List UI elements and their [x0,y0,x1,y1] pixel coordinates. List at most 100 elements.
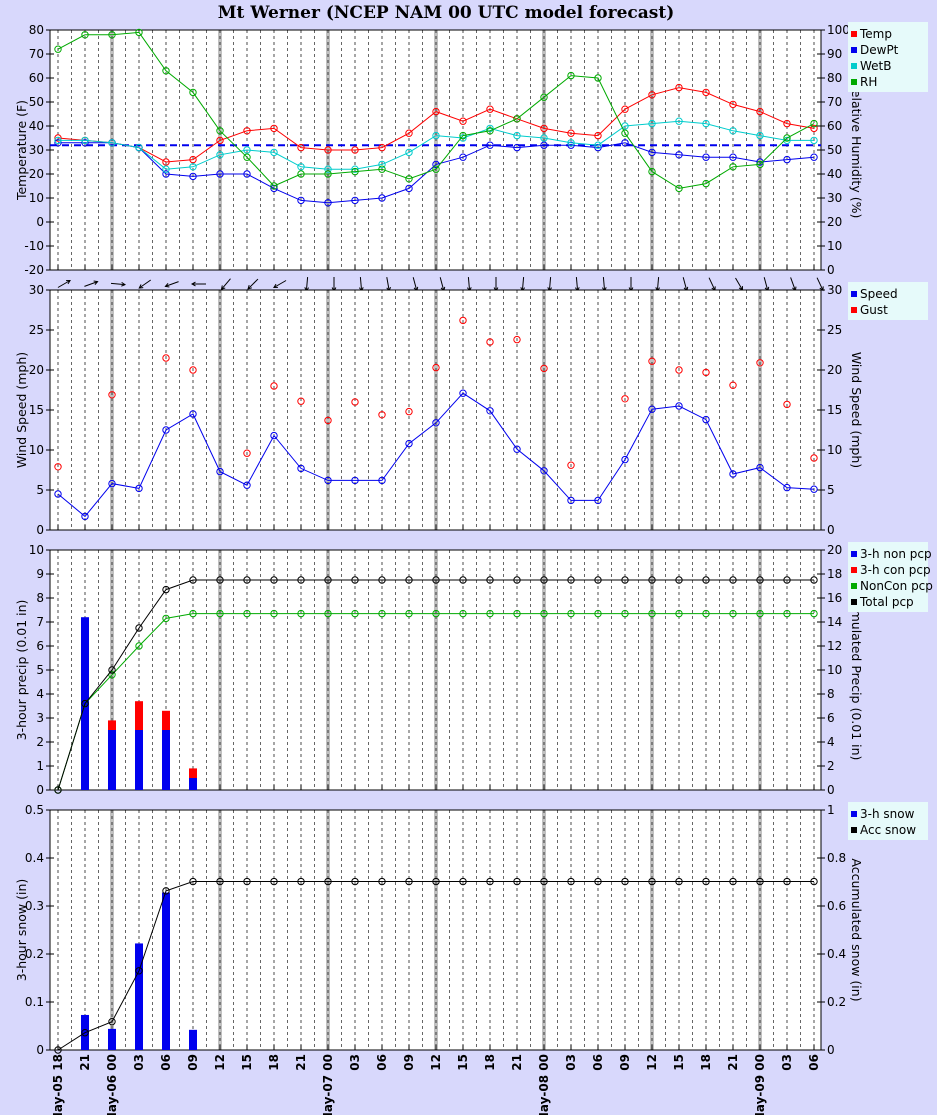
y-axis-label: 3-hour snow (in) [14,879,29,982]
y-tick-label: 9 [36,567,44,581]
x-tick-label: 03 [348,1054,362,1071]
x-tick-label: May-07 00 [321,1054,335,1115]
wind-arrows [57,276,824,293]
y2-tick-label: 25 [827,323,842,337]
wind-arrow [221,278,231,290]
legend-swatch [851,583,857,589]
legend-swatch [851,599,857,605]
y2-axis-label: Wind Speed (mph) [849,352,864,468]
x-tick-label: 21 [726,1054,740,1071]
y2-tick-label: 10 [827,239,842,253]
y-tick-label: -20 [24,263,44,277]
y-tick-label: 10 [29,191,44,205]
y-axis-label: 3-hour precip (0.01 in) [14,600,29,741]
non-pcp-bar [135,730,143,790]
y-tick-label: 3 [36,711,44,725]
chart-title: Mt Werner (NCEP NAM 00 UTC model forecas… [218,3,675,23]
x-tick-label: 09 [186,1054,200,1071]
legend-swatch [851,307,857,313]
legend-swatch [851,79,857,85]
y2-tick-label: 1 [827,803,835,817]
snow-bar [135,943,143,1050]
y-tick-label: 0 [36,523,44,537]
snow-bar [108,1028,116,1050]
x-tick-label: 21 [78,1054,92,1071]
x-tick-label: 09 [618,1054,632,1071]
y2-tick-label: 8 [827,687,835,701]
y2-tick-label: 2 [827,759,835,773]
y2-tick-label: 0 [827,263,835,277]
y2-tick-label: 30 [827,283,842,297]
y2-tick-label: 0.2 [827,995,846,1009]
legend-label: NonCon pcp [860,579,933,593]
y-tick-label: 6 [36,639,44,653]
legend-swatch [851,827,857,833]
legend-label: Speed [860,287,898,301]
legend-swatch [851,567,857,573]
y2-tick-label: 0.6 [827,899,846,913]
meteogram: Mt Werner (NCEP NAM 00 UTC model forecas… [14,3,933,1115]
legend-swatch [851,47,857,53]
snow-bar [189,1029,197,1050]
x-tick-label: 06 [807,1054,821,1071]
y2-tick-label: 0 [827,1043,835,1057]
y2-tick-label: 10 [827,443,842,457]
y2-tick-label: 20 [827,363,842,377]
y-tick-label: 0.5 [25,803,44,817]
x-tick-label: 18 [699,1054,713,1071]
x-tick-label: 06 [375,1054,389,1071]
y2-tick-label: 16 [827,591,842,605]
y2-tick-label: 14 [827,615,842,629]
legend-label: DewPt [860,43,899,57]
y2-tick-label: 90 [827,47,842,61]
y-tick-label: 10 [29,443,44,457]
legend-swatch [851,291,857,297]
y-tick-label: 40 [29,119,44,133]
y-axis-label: Wind Speed (mph) [14,352,29,468]
y-tick-label: 10 [29,543,44,557]
y2-tick-label: 0 [827,523,835,537]
legend-label: 3-h snow [860,807,915,821]
y-tick-label: 5 [36,663,44,677]
y-tick-label: 30 [29,283,44,297]
x-tick-label: 21 [510,1054,524,1071]
y2-tick-label: 80 [827,71,842,85]
y2-tick-label: 40 [827,167,842,181]
legend-swatch [851,31,857,37]
x-tick-label: 15 [240,1054,254,1071]
y2-tick-label: 0 [827,783,835,797]
y-tick-label: 0.4 [25,851,44,865]
x-tick-label: 15 [672,1054,686,1071]
x-tick-label: 12 [213,1054,227,1071]
x-tick-label: 03 [780,1054,794,1071]
y2-tick-label: 4 [827,735,835,749]
y2-tick-label: 15 [827,403,842,417]
wind-arrow [247,278,259,290]
con-pcp-bar [189,768,197,778]
y-tick-label: 0 [36,1043,44,1057]
legend-label: Total pcp [859,595,914,609]
x-tick-label: 18 [267,1054,281,1071]
y-tick-label: 0 [36,783,44,797]
x-tick-label: 06 [159,1054,173,1071]
y2-tick-label: 5 [827,483,835,497]
y2-tick-label: 100 [827,23,850,37]
y-tick-label: 50 [29,95,44,109]
legend-label: RH [860,75,877,89]
y2-tick-label: 12 [827,639,842,653]
x-tick-label: 06 [591,1054,605,1071]
y-tick-label: 30 [29,143,44,157]
non-pcp-bar [162,730,170,790]
x-tick-label: May-05 18 [51,1054,65,1115]
snow-bar [162,892,170,1050]
y2-tick-label: 18 [827,567,842,581]
y-tick-label: 0 [36,215,44,229]
legend-label: 3-h con pcp [860,563,931,577]
y-tick-label: 4 [36,687,44,701]
y2-tick-label: 60 [827,119,842,133]
y-tick-label: 15 [29,403,44,417]
wind-panel: 0 5 10 15 20 25 30 0 5 10 15 20 25 30 Wind Speed (mph)… [14,282,928,537]
y2-tick-label: 10 [827,663,842,677]
legend-label: Acc snow [860,823,916,837]
y2-axis-label: Accumulated snow (in) [849,858,864,1001]
